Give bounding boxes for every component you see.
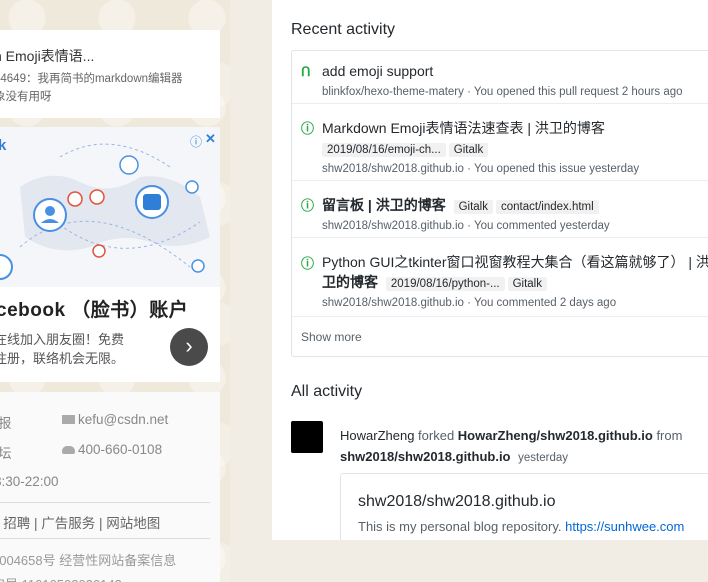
phone-contact: 400-660-0108 xyxy=(62,442,162,457)
list-item[interactable]: ⓘ Markdown Emoji表情语法速查表 | 洪卫的博客 2019/08/… xyxy=(292,104,708,181)
phone-number: 400-660-0108 xyxy=(78,442,163,457)
avatar[interactable] xyxy=(291,421,323,453)
email-address: kefu@csdn.net xyxy=(78,412,169,427)
actor-link[interactable]: HowarZheng xyxy=(340,428,414,443)
ad-brand-letter: k xyxy=(0,137,7,154)
activity-meta: shw2018/shw2018.github.io · You opened t… xyxy=(322,163,640,175)
repo-description: This is my personal blog repository. htt… xyxy=(358,519,684,534)
github-dashboard: Recent activity ᑎ add emoji support blin… xyxy=(272,0,708,540)
forum-link[interactable]: 坛 xyxy=(0,442,12,462)
report-link[interactable]: 报 xyxy=(0,412,12,432)
repo-name-link[interactable]: shw2018/shw2018.github.io xyxy=(358,493,555,511)
divider xyxy=(0,502,210,503)
fork-event-text: HowarZheng forked HowarZheng/shw2018.git… xyxy=(340,428,682,443)
fork-event-source: shw2018/shw2018.github.io yesterday xyxy=(340,449,568,464)
recent-activity-list: ᑎ add emoji support blinkfox/hexo-theme-… xyxy=(291,50,708,357)
label[interactable]: contact/index.html xyxy=(496,200,599,214)
source-repo-link[interactable]: shw2018/shw2018.github.io xyxy=(340,449,511,464)
phone-icon xyxy=(62,446,75,454)
label[interactable]: 2019/08/16/python-... xyxy=(385,277,505,291)
list-item[interactable]: ᑎ add emoji support blinkfox/hexo-theme-… xyxy=(292,51,708,104)
comment-article-title[interactable]: n Emoji表情语... xyxy=(0,46,94,66)
divider xyxy=(0,538,210,539)
show-more-button[interactable]: Show more xyxy=(301,330,362,344)
csdn-sidebar: n Emoji表情语... 44649：我再简书的markdown编辑器 象没有… xyxy=(0,0,230,582)
ad-headline[interactable]: cebook （脸书）账户 xyxy=(0,295,188,322)
event-time: yesterday xyxy=(518,452,568,464)
event-from: from xyxy=(652,428,683,443)
forked-repo-link[interactable]: HowarZheng/shw2018.github.io xyxy=(458,428,653,443)
event-verb: forked xyxy=(414,428,458,443)
activity-meta: shw2018/shw2018.github.io · You commente… xyxy=(322,297,617,309)
issue-opened-icon: ⓘ xyxy=(301,198,315,213)
repo-homepage-link[interactable]: https://sunhwee.com xyxy=(565,519,684,534)
comment-text-line: 44649：我再简书的markdown编辑器 xyxy=(0,73,183,85)
activity-title[interactable]: Markdown Emoji表情语法速查表 | 洪卫的博客 xyxy=(322,118,605,138)
label[interactable]: Gitalk xyxy=(448,143,489,157)
activity-title[interactable]: 留言板 | 洪卫的博客 Gitalk contact/index.html xyxy=(322,195,602,215)
label-list: 2019/08/16/emoji-ch... Gitalk xyxy=(322,140,491,158)
comment-text-line: 象没有用呀 xyxy=(0,91,52,103)
footer-links[interactable]: | 招聘 | 广告服务 | 网站地图 xyxy=(0,512,160,532)
activity-meta: shw2018/shw2018.github.io · You commente… xyxy=(322,220,610,232)
icp-license: 0004658号 经营性网站备案信息 xyxy=(0,553,177,568)
all-activity-heading: All activity xyxy=(291,383,363,400)
ad-close-icon[interactable]: ✕ xyxy=(205,131,216,147)
ad-next-button[interactable]: › xyxy=(170,328,208,366)
facebook-ad[interactable]: k ⓘ ✕ cebook （脸书）账户 在线加入朋友圈！免费 注册，联络机会无限… xyxy=(0,127,220,382)
email-contact[interactable]: kefu@csdn.net xyxy=(62,412,168,427)
ad-info-icon[interactable]: ⓘ xyxy=(190,133,202,150)
label[interactable]: 2019/08/16/emoji-ch... xyxy=(322,143,446,157)
activity-title-text[interactable]: 卫的博客 xyxy=(322,274,378,290)
activity-title[interactable]: Python GUI之tkinter窗口视窗教程大集合（看这篇就够了） | 洪 xyxy=(322,252,708,272)
activity-title[interactable]: add emoji support xyxy=(322,63,433,79)
repo-description-text: This is my personal blog repository. xyxy=(358,519,566,534)
pull-request-icon: ᑎ xyxy=(301,64,311,79)
list-item[interactable]: ⓘ Python GUI之tkinter窗口视窗教程大集合（看这篇就够了） | … xyxy=(292,238,708,317)
issue-opened-icon: ⓘ xyxy=(301,256,315,271)
mail-icon xyxy=(62,415,75,424)
label[interactable]: Gitalk xyxy=(453,200,493,214)
activity-title-wrap[interactable]: 卫的博客 2019/08/16/python-... Gitalk xyxy=(322,272,550,292)
activity-title-text[interactable]: 留言板 | 洪卫的博客 xyxy=(322,197,446,213)
police-record: 安局 11010502030143 xyxy=(0,574,122,582)
issue-opened-icon: ⓘ xyxy=(301,121,315,136)
recent-comment-card[interactable]: n Emoji表情语... 44649：我再简书的markdown编辑器 象没有… xyxy=(0,30,220,118)
csdn-contact-footer: 报 kefu@csdn.net 坛 400-660-0108 8:30-22:0… xyxy=(0,392,220,582)
ad-subtext: 注册，联络机会无限。 xyxy=(0,351,125,366)
list-item[interactable]: ⓘ 留言板 | 洪卫的博客 Gitalk contact/index.html s… xyxy=(292,181,708,238)
service-hours: 8:30-22:00 xyxy=(0,474,59,489)
label[interactable]: Gitalk xyxy=(507,277,547,291)
ad-subtext: 在线加入朋友圈！免费 xyxy=(0,332,125,347)
recent-activity-heading: Recent activity xyxy=(291,21,396,38)
activity-meta: blinkfox/hexo-theme-matery · You opened … xyxy=(322,86,683,98)
world-map-illustration xyxy=(0,127,220,287)
repo-card: shw2018/shw2018.github.io This is my per… xyxy=(340,473,708,540)
